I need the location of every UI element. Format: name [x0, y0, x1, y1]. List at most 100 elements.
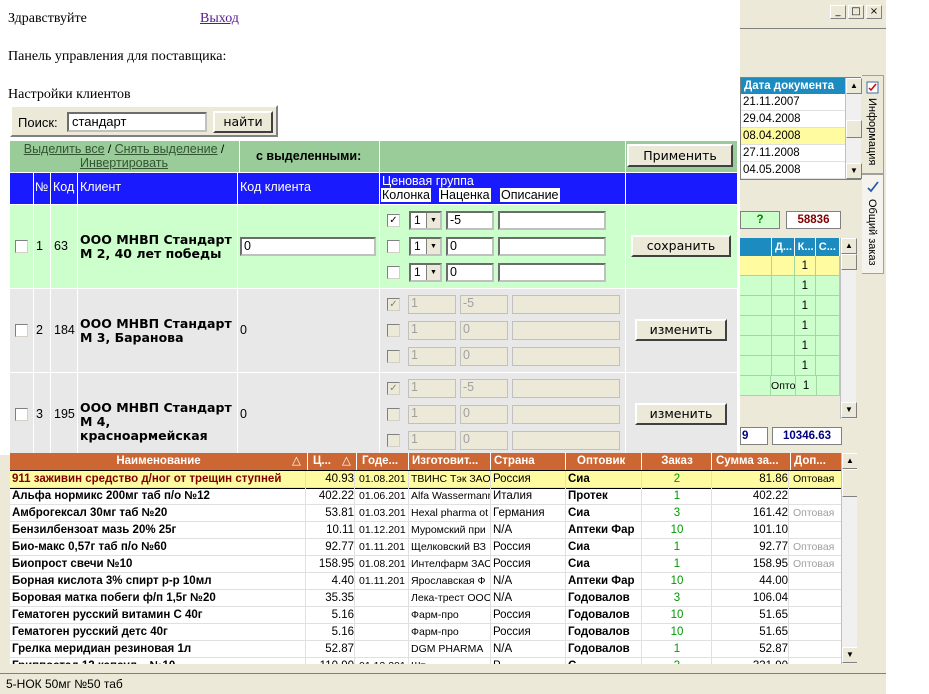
mini-row[interactable]: 1 — [740, 356, 840, 376]
scroll-down-icon[interactable]: ▼ — [842, 647, 857, 663]
invert-link[interactable]: Инвертировать — [80, 156, 168, 170]
edit-button[interactable]: изменить — [635, 319, 727, 341]
product-country: Россия — [493, 471, 566, 488]
markup-input[interactable]: 0 — [446, 237, 494, 256]
product-row[interactable]: Био-макс 0,57г таб п/о №60 92.77 01.11.201… — [10, 539, 841, 556]
tab-info[interactable]: Информация — [862, 75, 884, 174]
column-select[interactable]: 1 ▼ — [409, 237, 442, 256]
pcol-maker[interactable]: Изготовит... — [410, 453, 491, 470]
product-qty: 1 — [643, 641, 712, 658]
deselect-link[interactable]: Снять выделение — [115, 142, 218, 156]
scroll-thumb[interactable] — [846, 120, 862, 138]
pcol-name[interactable]: Наименование — [10, 453, 308, 470]
product-row[interactable]: Гематоген русский витамин С 40г 5.16 Фарм-… — [10, 607, 841, 624]
price-group-checkbox[interactable] — [387, 240, 400, 253]
product-exp: 01.11.201 — [359, 573, 409, 590]
markup-input[interactable]: 0 — [446, 263, 494, 282]
products-scrollbar[interactable]: ▲ ▼ — [841, 453, 857, 664]
col-markup[interactable]: Наценка — [439, 188, 491, 202]
tab-order[interactable]: Общий заказ — [862, 174, 884, 274]
maximize-button[interactable]: □ — [848, 5, 864, 19]
search-input[interactable]: стандарт — [67, 112, 207, 132]
search-button[interactable]: найти — [213, 111, 273, 133]
scroll-up-icon[interactable]: ▲ — [842, 453, 857, 469]
doc-scrollbar[interactable]: ▲ ▼ — [845, 78, 862, 179]
product-row[interactable]: Борная кислота 3% спирт р-р 10мл 4.40 01.1… — [10, 573, 841, 590]
col-column[interactable]: Колонка — [381, 188, 431, 202]
product-row[interactable]: Бензилбензоат мазь 20% 25г 10.11 01.12.201… — [10, 522, 841, 539]
doc-date-row[interactable]: 04.05.2008 — [741, 162, 845, 179]
column-select[interactable]: 1 ▼ — [409, 211, 442, 230]
scroll-thumb[interactable] — [842, 469, 857, 497]
row-select-checkbox[interactable] — [15, 240, 28, 253]
col-client-code[interactable]: Код клиента — [240, 180, 311, 194]
col-num[interactable]: № — [35, 180, 48, 194]
col-description[interactable]: Описание — [500, 188, 560, 202]
markup-input[interactable]: -5 — [446, 211, 494, 230]
product-row[interactable]: 911 заживин средство д/ног от трещин сту… — [10, 470, 842, 489]
price-group-checkbox — [387, 350, 400, 363]
minimize-button[interactable]: _ — [830, 5, 846, 19]
doc-date-row[interactable]: 29.04.2008 — [741, 111, 845, 128]
mini-row[interactable]: 1 — [740, 336, 840, 356]
product-row[interactable]: Гриппостад 12 капсул... №10110.90 01.12.2… — [10, 658, 841, 664]
close-button[interactable]: × — [866, 5, 882, 19]
pcol-exp[interactable]: Годе... — [358, 453, 409, 470]
pcol-extra[interactable]: Доп... — [792, 453, 841, 470]
mini-row[interactable]: 1 — [740, 276, 840, 296]
chevron-down-icon[interactable]: ▼ — [426, 265, 440, 280]
mini-row[interactable]: 1 — [740, 316, 840, 336]
description-input[interactable] — [498, 211, 606, 230]
mini-col-k[interactable]: К... — [795, 238, 816, 256]
product-row[interactable]: Биопрост свечи №10 158.95 01.08.201 Интелфа… — [10, 556, 841, 573]
col-client[interactable]: Клиент — [80, 180, 121, 194]
product-exp — [359, 607, 409, 624]
price-group-checkbox[interactable]: ✓ — [387, 214, 400, 227]
scroll-down-icon[interactable]: ▼ — [841, 402, 857, 418]
col-code[interactable]: Код — [53, 180, 74, 194]
product-maker: Фарм-про — [411, 624, 491, 641]
pcol-sum[interactable]: Сумма за... — [713, 453, 791, 470]
mini-row[interactable]: Опто 1 — [740, 376, 840, 396]
pcol-qty[interactable]: Заказ — [643, 453, 712, 470]
edit-button[interactable]: изменить — [635, 403, 727, 425]
description-input[interactable] — [498, 263, 606, 282]
chevron-down-icon[interactable]: ▼ — [426, 239, 440, 254]
description-input[interactable] — [498, 237, 606, 256]
product-row[interactable]: Гематоген русский детс 40г 5.16 Фарм-про Ро… — [10, 624, 841, 641]
client-code-input[interactable]: 0 — [240, 237, 376, 256]
row-select-checkbox[interactable] — [15, 324, 28, 337]
column-select[interactable]: 1 ▼ — [409, 263, 442, 282]
chevron-down-icon[interactable]: ▼ — [426, 213, 440, 228]
col-price-group[interactable]: Ценовая группа — [382, 174, 474, 188]
product-row[interactable]: Альфа нормикс 200мг таб п/о №12 402.22 01.… — [10, 488, 841, 505]
doc-date-row[interactable]: 08.04.2008 — [741, 128, 845, 145]
select-all-link[interactable]: Выделить все — [24, 142, 105, 156]
mini-row[interactable]: 1 — [740, 296, 840, 316]
logout-link[interactable]: Выход — [200, 11, 239, 27]
apply-button[interactable]: Применить — [627, 144, 733, 167]
count-cell: 58836 — [786, 211, 841, 229]
scroll-thumb[interactable] — [841, 254, 857, 270]
mini-col-s[interactable]: С... — [816, 238, 840, 256]
info-tab-icon — [866, 81, 879, 94]
save-button[interactable]: сохранить — [631, 235, 731, 257]
doc-date-row[interactable]: 21.11.2007 — [741, 94, 845, 111]
product-row[interactable]: Амброгексал 30мг таб №20 53.81 01.03.201 He… — [10, 505, 841, 522]
scroll-up-icon[interactable]: ▲ — [841, 238, 857, 254]
doc-date-row[interactable]: 27.11.2008 — [741, 145, 845, 162]
mini-scrollbar[interactable]: ▲ ▼ — [840, 238, 857, 419]
scroll-up-icon[interactable]: ▲ — [846, 78, 862, 94]
product-row[interactable]: Грелка меридиан резиновая 1л 52.87 DGM PHA… — [10, 641, 841, 658]
product-row[interactable]: Боровая матка побеги ф/п 1,5г №20 35.35 Ле… — [10, 590, 841, 607]
mini-row[interactable]: 1 — [740, 256, 840, 276]
price-group-checkbox[interactable] — [387, 266, 400, 279]
pcol-supplier[interactable]: Оптовик — [567, 453, 642, 470]
products-table: Наименование △ Ц... △ Годе... Изготовит.… — [10, 453, 857, 664]
row-num: 1 — [36, 239, 43, 253]
mini-col-d[interactable]: Д... — [772, 238, 795, 256]
doc-date-header[interactable]: Дата документа — [741, 78, 845, 94]
scroll-down-icon[interactable]: ▼ — [846, 163, 862, 179]
pcol-country[interactable]: Страна — [492, 453, 566, 470]
row-select-checkbox[interactable] — [15, 408, 28, 421]
